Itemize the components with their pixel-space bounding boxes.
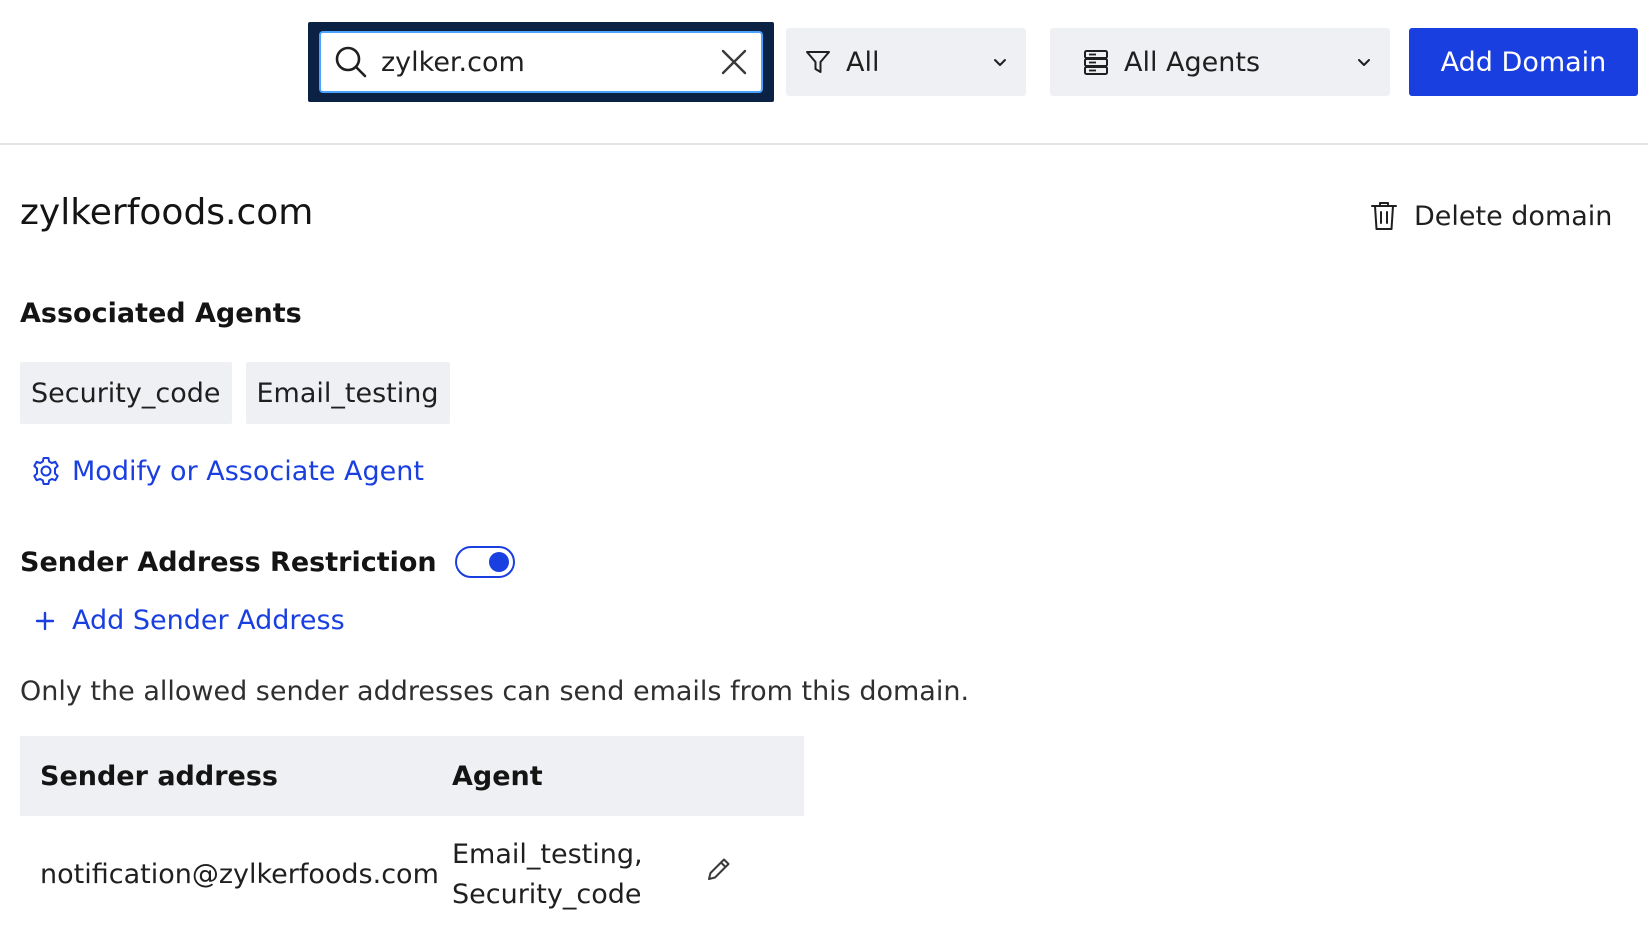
associated-agents-heading: Associated Agents: [20, 298, 302, 329]
table-row: notification@zylkerfoods.com Email_testi…: [20, 816, 804, 926]
trash-icon: [1371, 202, 1397, 230]
column-header-sender: Sender address: [20, 736, 440, 816]
agent-cell-line: Security_code: [452, 879, 642, 910]
pencil-icon[interactable]: [704, 854, 734, 884]
add-sender-address-label: Add Sender Address: [72, 605, 345, 636]
sender-restriction-hint: Only the allowed sender addresses can se…: [20, 676, 970, 707]
column-header-actions: [694, 736, 804, 816]
delete-domain-label: Delete domain: [1414, 200, 1613, 232]
table-header-row: Sender address Agent: [20, 736, 804, 816]
search-container: [308, 22, 774, 102]
agent-chip-list: Security_code Email_testing: [20, 362, 450, 424]
gear-icon: [33, 457, 59, 485]
delete-domain-button[interactable]: Delete domain: [1370, 200, 1612, 232]
status-filter-label: All: [846, 46, 880, 78]
agents-filter-dropdown[interactable]: All Agents: [1050, 28, 1390, 96]
add-domain-button[interactable]: Add Domain: [1409, 28, 1638, 96]
agent-chip: Email_testing: [245, 362, 450, 424]
modify-associate-agent-label: Modify or Associate Agent: [72, 455, 424, 487]
chevron-down-icon: [994, 59, 1006, 66]
chevron-down-icon: [1358, 59, 1370, 66]
sender-restriction-heading: Sender Address Restriction: [20, 546, 437, 578]
search-input[interactable]: [381, 46, 719, 78]
sender-restriction-toggle[interactable]: [454, 546, 515, 578]
top-toolbar: All All Agents Add Domain: [0, 0, 1648, 145]
toggle-knob: [488, 552, 509, 572]
column-header-agent: Agent: [440, 736, 694, 816]
clear-search-icon[interactable]: [719, 47, 749, 77]
search-icon: [335, 46, 367, 78]
agents-filter-label: All Agents: [1124, 46, 1261, 78]
filter-icon: [806, 51, 830, 73]
domain-title: zylkerfoods.com: [20, 192, 314, 233]
modify-associate-agent-link[interactable]: Modify or Associate Agent: [30, 455, 424, 487]
search-box[interactable]: [319, 31, 763, 93]
plus-icon: [35, 611, 55, 630]
status-filter-dropdown[interactable]: All: [786, 28, 1026, 96]
agent-chip: Security_code: [20, 362, 232, 424]
agent-cell-line: Email_testing,: [452, 839, 643, 870]
add-sender-address-link[interactable]: Add Sender Address: [34, 605, 345, 636]
actions-cell: [694, 816, 804, 926]
sender-restriction-row: Sender Address Restriction: [20, 546, 515, 578]
sender-address-table: Sender address Agent notification@zylker…: [20, 736, 804, 926]
agent-cell: Email_testing, Security_code: [440, 816, 694, 926]
server-icon: [1084, 50, 1108, 75]
sender-address-cell: notification@zylkerfoods.com: [40, 859, 439, 890]
